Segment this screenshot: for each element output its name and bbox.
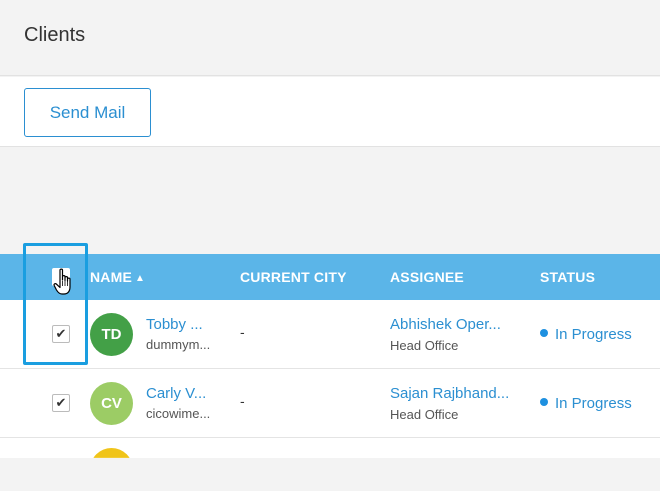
hand-cursor-icon [53, 268, 71, 295]
row-checkbox[interactable]: ✔ [52, 325, 70, 343]
spacer [0, 148, 660, 254]
client-name-link[interactable]: Carly V... [146, 385, 206, 402]
status-dot-icon [540, 329, 548, 337]
client-email: cicowime... [146, 406, 211, 421]
client-email: dummym... [146, 337, 211, 352]
assignee-office: Head Office [390, 407, 459, 422]
column-header-assignee: ASSIGNEE [390, 269, 464, 285]
page-header: Clients [0, 0, 660, 76]
avatar: CV [90, 382, 133, 425]
column-header-current-city: CURRENT CITY [240, 269, 347, 285]
client-name-link[interactable]: Tobby ... [146, 316, 203, 333]
row-checkbox[interactable]: ✔ [52, 394, 70, 412]
page-title: Clients [24, 24, 86, 46]
avatar: TD [90, 313, 133, 356]
client-city: - [240, 324, 245, 340]
assignee-link[interactable]: Abhishek Oper... [390, 316, 501, 333]
status-badge: In Progress [540, 395, 632, 412]
status-badge: In Progress [540, 326, 632, 343]
assignee-office: Head Office [390, 338, 459, 353]
column-header-status: STATUS [540, 269, 596, 285]
assignee-link[interactable]: Sajan Rajbhand... [390, 385, 509, 402]
table-row[interactable] [0, 438, 660, 458]
client-city: - [240, 393, 245, 409]
avatar [90, 448, 133, 458]
column-header-name[interactable]: NAME ▲︎ [90, 269, 145, 285]
clients-table: NAME ▲︎ CURRENT CITY ASSIGNEE STATUS ✔ TD… [0, 254, 660, 458]
table-header: NAME ▲︎ CURRENT CITY ASSIGNEE STATUS [0, 254, 660, 300]
sort-icon[interactable]: ▲︎ [135, 273, 145, 284]
status-dot-icon [540, 398, 548, 406]
table-row[interactable]: ✔ TD Tobby ... dummym... - Abhishek Oper… [0, 300, 660, 369]
toolbar: Send Mail [0, 77, 660, 147]
table-row[interactable]: ✔ CV Carly V... cicowime... - Sajan Rajb… [0, 369, 660, 438]
send-mail-button[interactable]: Send Mail [24, 88, 151, 137]
